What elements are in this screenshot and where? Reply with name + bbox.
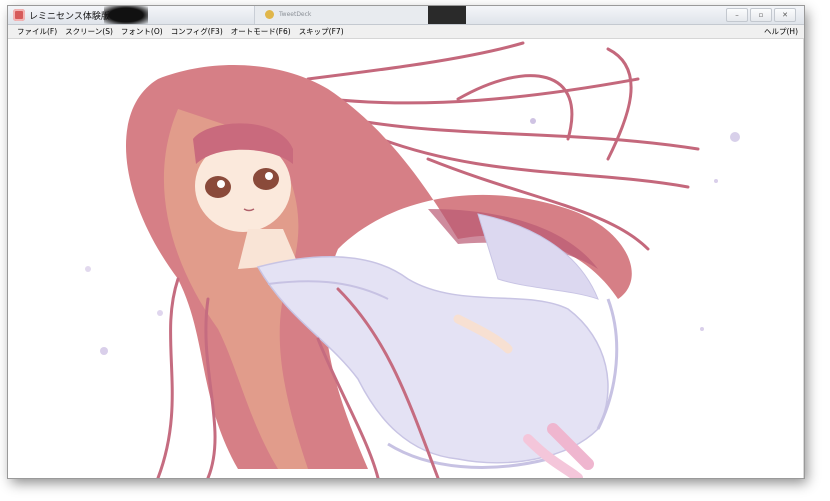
window-controls: – ▫ ✕ — [726, 8, 796, 22]
menu-screen[interactable]: スクリーン(S) — [61, 26, 117, 37]
menu-skip[interactable]: スキップ(F7) — [295, 26, 348, 37]
petal — [700, 327, 704, 331]
title-bar[interactable]: レミニセンス体験版 TweetDeck – ▫ ✕ — [8, 6, 804, 25]
minimize-button[interactable]: – — [726, 8, 748, 22]
petal — [530, 118, 536, 124]
petal — [157, 310, 163, 316]
background-window-tab[interactable]: TweetDeck — [254, 6, 432, 24]
petal — [85, 266, 91, 272]
menu-automode[interactable]: オートモード(F6) — [227, 26, 295, 37]
left-eye — [205, 176, 231, 198]
redacted-region — [104, 6, 148, 24]
background-window-fragment — [428, 6, 466, 24]
menu-config[interactable]: コンフィグ(F3) — [167, 26, 227, 37]
petal — [100, 347, 108, 355]
background-window-title: TweetDeck — [279, 11, 312, 18]
menu-bar: ファイル(F) スクリーン(S) フォント(O) コンフィグ(F3) オートモー… — [8, 25, 804, 39]
window-title: レミニセンス体験版 — [29, 12, 110, 22]
tweetdeck-icon — [265, 10, 274, 19]
petal — [714, 179, 718, 183]
menu-help[interactable]: ヘルプ(H) — [760, 26, 804, 37]
right-eye-highlight — [265, 172, 273, 180]
petal — [730, 132, 740, 142]
menu-font[interactable]: フォント(O) — [117, 26, 167, 37]
content-border — [803, 39, 804, 478]
close-button[interactable]: ✕ — [774, 8, 796, 22]
game-window: レミニセンス体験版 TweetDeck – ▫ ✕ ファイル(F) スクリーン(… — [8, 6, 804, 478]
right-eye — [253, 168, 279, 190]
app-icon — [13, 9, 25, 21]
game-screen[interactable] — [8, 39, 804, 478]
maximize-button[interactable]: ▫ — [750, 8, 772, 22]
character-illustration — [85, 41, 740, 478]
menu-file[interactable]: ファイル(F) — [8, 26, 61, 37]
left-eye-highlight — [217, 180, 225, 188]
